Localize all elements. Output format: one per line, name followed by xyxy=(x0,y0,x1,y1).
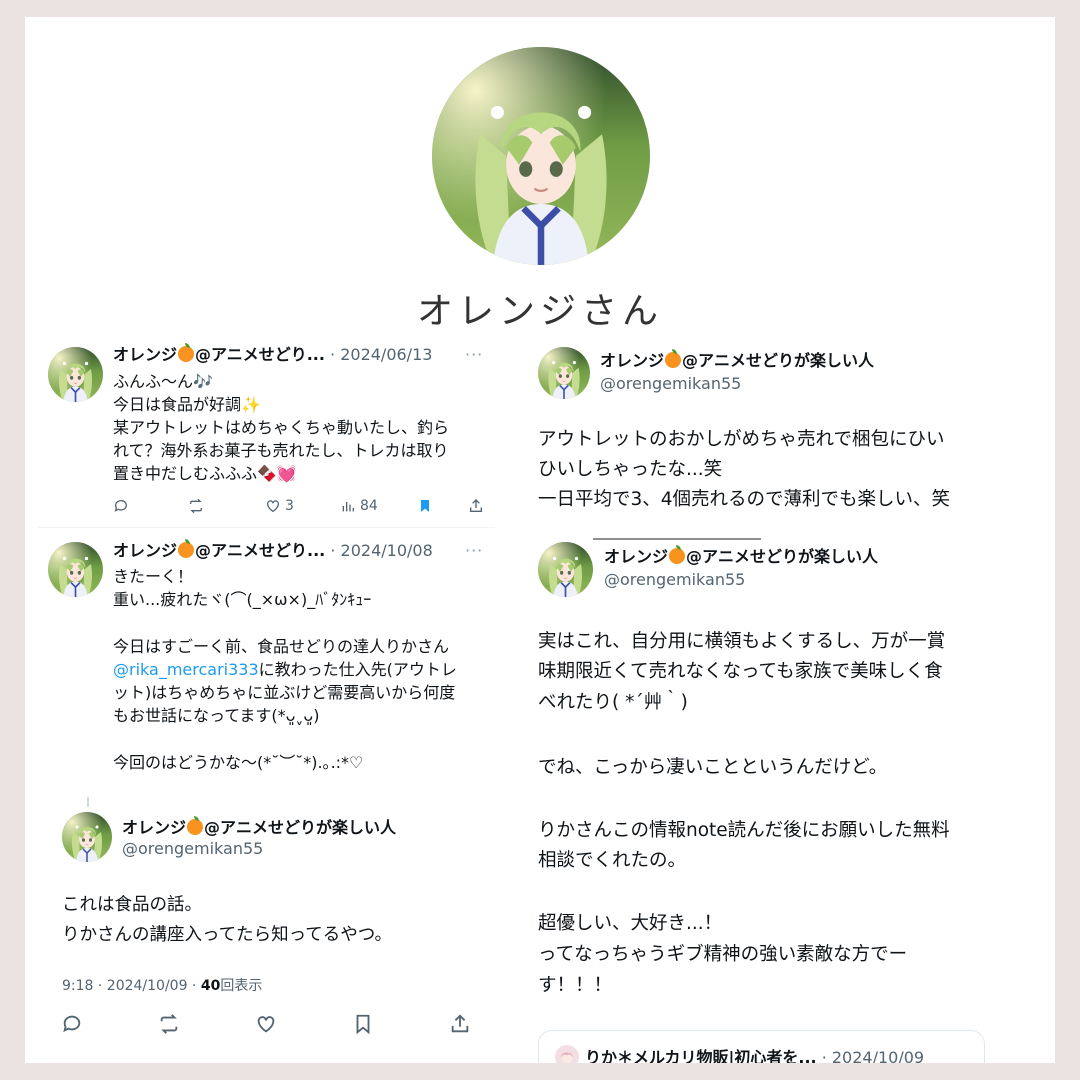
orange-emoji-icon xyxy=(178,539,195,558)
author-name[interactable]: オレンジ xyxy=(113,345,177,364)
retweet-button[interactable] xyxy=(188,498,204,514)
author-handle[interactable]: @orengemikan55 xyxy=(600,373,741,395)
retweet-icon xyxy=(160,1014,178,1034)
tweet-text-line: ってなっちゃうギブ精神の強い素敵な方でー xyxy=(538,944,908,965)
tweet-text-line: 相談でくれたの。 xyxy=(538,850,687,871)
tweet-text-line: りかさんの講座入ってたら知ってるやつ。 xyxy=(62,925,393,945)
tweet-timestamp: 9:18 · 2024/10/09 · 40回表示 xyxy=(62,975,262,997)
quoted-author-name[interactable]: りか＊メルカリ物販|初心者を... xyxy=(585,1048,817,1063)
orange-emoji-icon xyxy=(178,343,195,362)
tweet-date[interactable]: · 2024/10/08 xyxy=(330,541,432,560)
quoted-tweet-header: りか＊メルカリ物販|初心者を... · 2024/10/09 xyxy=(585,1047,924,1063)
share-icon xyxy=(470,499,482,512)
tweet-text-line: これは食品の話。 xyxy=(62,895,202,915)
tweet-text-line: 今日はすごーく前、食品せどりの達人りかさん xyxy=(113,637,450,656)
tweet-text-line: 重い...疲れたヾ(⌒(_×ω×)_ﾊﾞﾀﾝｷｭｰ xyxy=(113,590,372,609)
author-name-suffix[interactable]: @アニメせどりが楽しい人 xyxy=(686,547,878,566)
bookmark-button[interactable] xyxy=(352,1013,374,1035)
orange-emoji-icon xyxy=(665,349,682,368)
heart-icon xyxy=(267,500,279,513)
author-handle[interactable]: @orengemikan55 xyxy=(604,569,745,591)
tweet-divider xyxy=(38,527,495,528)
tweet-text-line: りかさんこの情報note読んだ後にお願いした無料 xyxy=(538,820,950,841)
views-count: 40 xyxy=(200,978,221,994)
timestamp-text[interactable]: 9:18 · 2024/10/09 · xyxy=(62,978,196,994)
tweet-text-line: 今回のはどうかな〜(*˘︶˘*).｡.:*♡ xyxy=(113,753,364,772)
quoted-tweet-card[interactable]: りか＊メルカリ物販|初心者を... · 2024/10/09 xyxy=(538,1030,985,1063)
profile-display-name: オレンジさん xyxy=(416,291,663,332)
tweet-text-line: 一日平均で3、4個売れるので薄利でも楽しい、笑 xyxy=(538,489,951,510)
retweet-button[interactable] xyxy=(158,1013,180,1035)
thread-connector xyxy=(87,797,89,807)
bookmark-icon xyxy=(421,500,429,512)
quoted-tweet-date[interactable]: · 2024/10/09 xyxy=(822,1048,924,1063)
content-card: オレンジさん オレンジ @アニメせどり... · 2024/06/13 ··· ふ… xyxy=(25,17,1055,1063)
tweet-text-line: す！！！ xyxy=(538,975,613,996)
tweet-header: オレンジ @アニメせどりが楽しい人 xyxy=(604,545,878,568)
tweet-header: オレンジ @アニメせどりが楽しい人 xyxy=(122,816,396,839)
tweet-text-line: 置き中だしむふふふ🍫💓 xyxy=(113,464,297,483)
tweet-text-line: 超優しい、大好き...！ xyxy=(538,913,723,934)
profile-avatar[interactable] xyxy=(432,47,650,265)
tweet-text-line: @rika_mercari333に教わった仕入先(アウトレ xyxy=(113,660,457,679)
bookmark-button[interactable] xyxy=(417,498,433,514)
author-name-suffix[interactable]: @アニメせどりが楽しい人 xyxy=(682,351,874,370)
heart-icon xyxy=(257,1016,275,1033)
avatar[interactable] xyxy=(48,542,103,597)
reply-button[interactable] xyxy=(61,1013,83,1035)
like-button[interactable] xyxy=(255,1013,277,1035)
reply-icon xyxy=(114,500,127,512)
view-count: 84 xyxy=(360,498,378,514)
author-name[interactable]: オレンジ xyxy=(113,541,177,560)
tweet-text-line: 実はこれ、自分用に横領もよくするし、万が一賞 xyxy=(538,631,946,652)
views-label: 回表示 xyxy=(220,978,263,994)
avatar[interactable] xyxy=(48,347,103,402)
tweet-text-line: れて？海外系お菓子も売れたし、トレカは取り xyxy=(113,441,449,460)
tweet-text-line: 某アウトレットはめちゃくちゃ動いたし、釣ら xyxy=(113,418,450,437)
avatar[interactable] xyxy=(555,1045,579,1063)
avatar[interactable] xyxy=(62,812,112,862)
tweet-text-line: 味期限近くて売れなくなっても家族で美味しく食 xyxy=(538,661,943,682)
share-icon xyxy=(451,1014,469,1033)
separator-line xyxy=(593,538,761,540)
share-button[interactable] xyxy=(449,1013,471,1035)
more-options-icon[interactable]: ··· xyxy=(465,344,483,366)
author-name-suffix[interactable]: @アニメせどり... xyxy=(195,541,325,560)
tweet-text-line: ひいしちゃったな...笑 xyxy=(538,459,723,480)
tweet-header: オレンジ @アニメせどり... · 2024/06/13 xyxy=(113,343,432,366)
retweet-icon xyxy=(190,498,202,514)
tweet-text-line: アウトレットのおかしがめちゃ売れで梱包にひい xyxy=(538,429,945,450)
analytics-icon xyxy=(342,502,354,512)
tweet-header: オレンジ @アニメせどりが楽しい人 xyxy=(600,349,874,372)
like-button[interactable]: 3 xyxy=(265,498,294,514)
orange-emoji-icon xyxy=(187,816,204,835)
mention-link[interactable]: @rika_mercari333 xyxy=(113,660,259,679)
tweet-text-line: ット)はちゃめちゃに並ぶけど需要高いから何度 xyxy=(113,683,456,702)
author-name-suffix[interactable]: @アニメせどり... xyxy=(195,345,325,364)
views-button[interactable]: 84 xyxy=(340,498,378,514)
tweet-text-line: べれたり( *´艸｀) xyxy=(538,692,688,713)
bookmark-icon xyxy=(356,1014,370,1035)
avatar[interactable] xyxy=(538,347,590,399)
more-options-icon[interactable]: ··· xyxy=(465,540,483,562)
like-count: 3 xyxy=(285,498,294,514)
author-name[interactable]: オレンジ xyxy=(604,547,668,566)
author-name[interactable]: オレンジ xyxy=(600,351,664,370)
author-handle[interactable]: @orengemikan55 xyxy=(122,838,263,860)
tweet-header: オレンジ @アニメせどり... · 2024/10/08 xyxy=(113,539,433,562)
tweet-date[interactable]: · 2024/06/13 xyxy=(330,345,432,364)
reply-button[interactable] xyxy=(113,498,129,514)
tweet-text-line: 今日は食品が好調✨ xyxy=(113,395,261,414)
share-button[interactable] xyxy=(468,498,484,514)
tweet-text-line: きたーく！ xyxy=(113,567,194,586)
tweet-text-line: もお世話になってます(*ᴗ͈ˬᴗ͈) xyxy=(113,706,320,725)
tweet-text-line: ふんふ〜ん🎶 xyxy=(113,372,213,391)
reply-icon xyxy=(63,1015,81,1033)
author-name[interactable]: オレンジ xyxy=(122,818,186,837)
author-name-suffix[interactable]: @アニメせどりが楽しい人 xyxy=(204,818,396,837)
orange-emoji-icon xyxy=(669,545,686,564)
tweet-text-line: でね、こっから凄いことというんだけど。 xyxy=(538,757,888,778)
avatar[interactable] xyxy=(538,542,593,597)
